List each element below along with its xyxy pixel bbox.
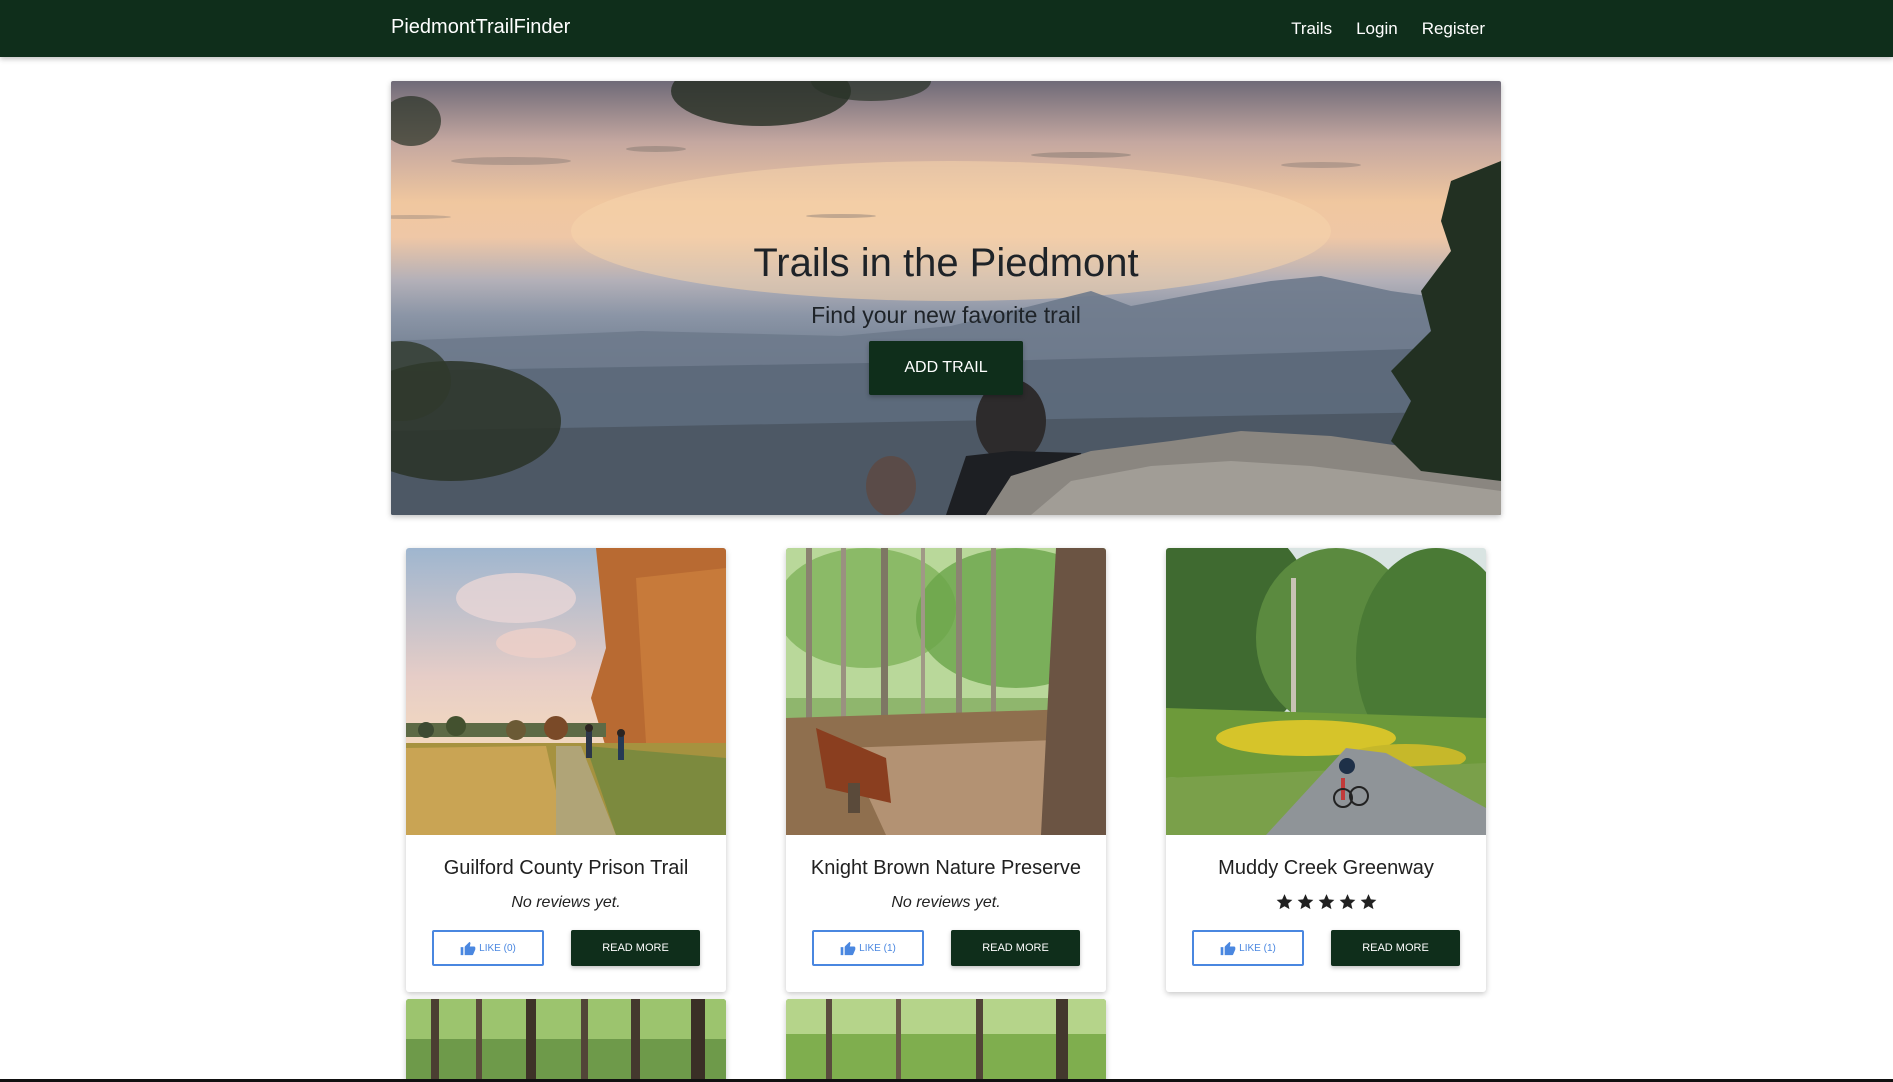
hero-content: Trails in the Piedmont Find your new fav…: [391, 241, 1501, 395]
trail-image[interactable]: [786, 999, 1106, 1082]
trail-title: Knight Brown Nature Preserve: [810, 857, 1082, 879]
review-status: No reviews yet.: [511, 894, 621, 911]
star-rating: [1166, 893, 1486, 913]
hero-banner: Trails in the Piedmont Find your new fav…: [391, 81, 1501, 515]
thumbs-up-icon: [460, 941, 476, 955]
star-icon: [1297, 894, 1313, 910]
like-label: LIKE (1): [1239, 942, 1276, 954]
nav-links: Trails Login Register: [1291, 19, 1485, 39]
read-more-button[interactable]: READ MORE: [951, 930, 1080, 966]
like-button[interactable]: LIKE (1): [812, 930, 924, 966]
add-trail-button[interactable]: ADD TRAIL: [869, 341, 1023, 395]
star-icon: [1339, 894, 1355, 910]
navbar: PiedmontTrailFinder Trails Login Registe…: [0, 0, 1893, 57]
trail-title: Guilford County Prison Trail: [443, 857, 689, 879]
thumbs-up-icon: [840, 941, 856, 955]
like-button[interactable]: LIKE (1): [1192, 930, 1304, 966]
hero-title: Trails in the Piedmont: [753, 241, 1139, 285]
trail-card: Guilford County Prison Trail No reviews …: [406, 548, 726, 992]
read-more-button[interactable]: READ MORE: [571, 930, 700, 966]
nav-link-trails[interactable]: Trails: [1291, 19, 1332, 39]
trail-image[interactable]: [406, 548, 726, 835]
review-status: No reviews yet.: [891, 894, 1001, 911]
read-more-button[interactable]: READ MORE: [1331, 930, 1460, 966]
trail-image[interactable]: [1166, 548, 1486, 835]
like-label: LIKE (1): [859, 942, 896, 954]
nav-link-register[interactable]: Register: [1422, 19, 1485, 39]
star-icon: [1318, 894, 1334, 910]
star-icon: [1276, 894, 1292, 910]
nav-link-login[interactable]: Login: [1356, 19, 1398, 39]
trail-card: Muddy Creek Greenway LIKE (1) READ MORE: [1166, 548, 1486, 992]
hero-subtitle: Find your new favorite trail: [811, 302, 1081, 328]
trail-image[interactable]: [786, 548, 1106, 835]
trail-card: [786, 999, 1106, 1082]
like-button[interactable]: LIKE (0): [432, 930, 544, 966]
trail-image[interactable]: [406, 999, 726, 1082]
thumbs-up-icon: [1220, 941, 1236, 955]
trail-title: Muddy Creek Greenway: [1218, 857, 1434, 879]
like-label: LIKE (0): [479, 942, 516, 954]
trail-card: [406, 999, 726, 1082]
star-icon: [1360, 894, 1376, 910]
trail-card: Knight Brown Nature Preserve No reviews …: [786, 548, 1106, 992]
brand-link[interactable]: PiedmontTrailFinder: [391, 16, 570, 39]
